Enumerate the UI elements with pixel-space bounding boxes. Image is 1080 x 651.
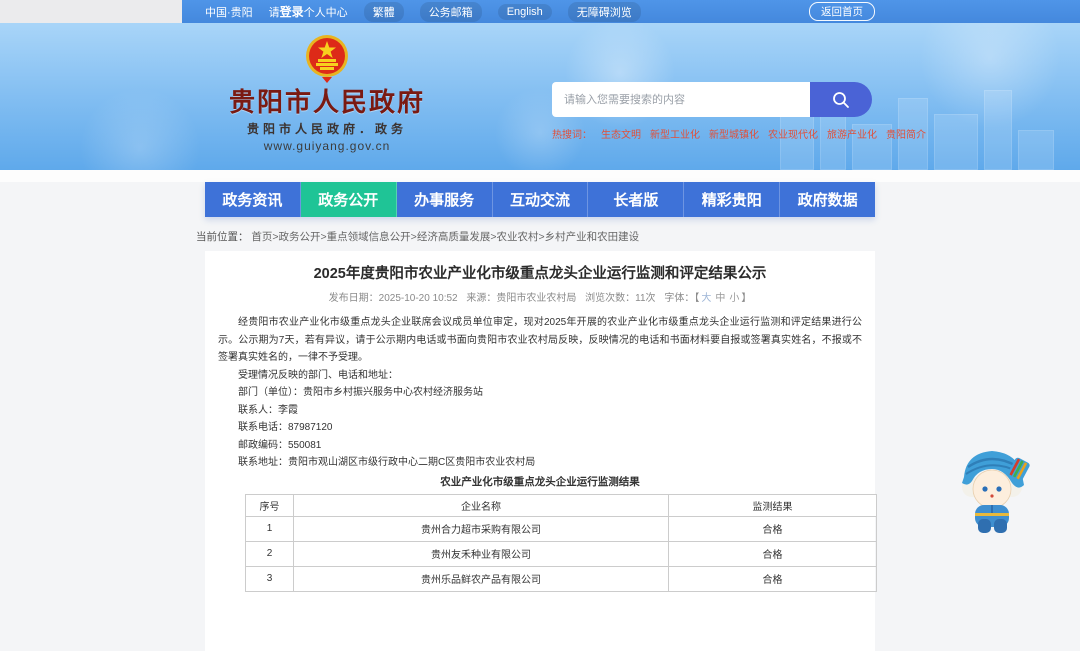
table-header-row: 序号 企业名称 监测结果 (245, 493, 877, 517)
nav-tab-senior[interactable]: 长者版 (588, 182, 685, 217)
nav-tab-services[interactable]: 办事服务 (396, 182, 493, 217)
article-card: 2025年度贵阳市农业产业化市级重点龙头企业运行监测和评定结果公示 发布日期：2… (205, 251, 877, 651)
topbar-left-strip (0, 0, 182, 23)
table-row: 2 贵州友禾种业有限公司 合格 (245, 540, 877, 567)
cell-result: 合格 (668, 565, 877, 592)
topbar-link-region[interactable]: 中国·贵阳 (205, 4, 253, 20)
topbar-link-english[interactable]: English (497, 3, 552, 20)
topbar: 中国·贵阳 请登录个人中心 繁體 公务邮箱 English 无障碍浏览 返回首页 (0, 0, 1080, 23)
hot-word-ecology[interactable]: 生态文明 (601, 126, 641, 141)
nav-tab-data[interactable]: 政府数据 (780, 182, 876, 217)
header-result: 监测结果 (668, 493, 877, 517)
topbar-link-accessibility[interactable]: 无障碍浏览 (567, 1, 641, 22)
back-home-button[interactable]: 返回首页 (809, 2, 875, 21)
search-bar (552, 82, 872, 117)
login-suffix: 个人中心 (303, 7, 348, 19)
article-body: 经贵阳市农业产业化市级重点龙头企业联席会议成员单位审定，现对2025年开展的农业… (218, 314, 862, 472)
hot-word-tourism[interactable]: 旅游产业化 (827, 126, 877, 141)
topbar-links: 中国·贵阳 请登录个人中心 繁體 公务邮箱 English 无障碍浏览 返回首页 (205, 0, 875, 23)
header-banner: 贵阳市人民政府 贵阳市人民政府．政务 www.guiyang.gov.cn 热搜… (0, 23, 1080, 170)
view-count: 浏览次数：11次 (585, 293, 656, 304)
search-icon (833, 91, 849, 108)
hot-word-agriculture[interactable]: 农业现代化 (768, 126, 818, 141)
cell-result: 合格 (668, 515, 877, 542)
cell-company: 贵州友禾种业有限公司 (293, 540, 669, 567)
topbar-link-login[interactable]: 请登录个人中心 (269, 3, 348, 20)
table-caption: 农业产业化市级重点龙头企业运行监测结果 (440, 475, 640, 488)
font-size-small[interactable]: 小 (729, 293, 739, 304)
banner-nav-gap (0, 170, 1080, 182)
breadcrumb-path[interactable]: 首页>政务公开>重点领域信息公开>经济高质量发展>农业农村>乡村产业和农田建设 (251, 231, 639, 243)
login-bold: 登录 (279, 5, 304, 19)
header-company: 企业名称 (293, 493, 669, 517)
font-size-bracket: 】 (741, 293, 752, 304)
article-source: 来源：贵阳市农业农村局 (466, 293, 577, 304)
hot-word-industry[interactable]: 新型工业化 (650, 126, 700, 141)
login-prefix: 请 (268, 7, 280, 19)
font-size-label: 字体：【 (664, 293, 700, 304)
cell-serial: 3 (245, 565, 294, 592)
site-logo[interactable]: 贵阳市人民政府 贵阳市人民政府．政务 www.guiyang.gov.cn (222, 31, 432, 153)
paragraph-postcode: 邮政编码：550081 (238, 439, 322, 451)
nav-tab-interaction[interactable]: 互动交流 (492, 182, 589, 217)
cell-company: 贵州合力超市采购有限公司 (293, 515, 669, 542)
font-size-large[interactable]: 大 (701, 293, 711, 304)
article-title: 2025年度贵阳市农业产业化市级重点龙头企业运行监测和评定结果公示 (313, 266, 767, 282)
breadcrumb: 当前位置： 首页>政务公开>重点领域信息公开>经济高质量发展>农业农村>乡村产业… (196, 229, 639, 244)
search-button[interactable] (810, 82, 872, 117)
nav-tab-highlights[interactable]: 精彩贵阳 (684, 182, 781, 217)
paragraph-contact-intro: 受理情况反映的部门、电话和地址： (238, 369, 398, 381)
site-subtitle: 贵阳市人民政府．政务 (246, 122, 407, 136)
paragraph-address: 联系地址：贵阳市观山湖区市级行政中心二期C区贵阳市农业农村局 (238, 457, 536, 468)
hot-word-intro[interactable]: 贵阳简介 (886, 126, 926, 141)
site-url: www.guiyang.gov.cn (263, 139, 391, 153)
breadcrumb-label: 当前位置： (196, 231, 249, 243)
hot-search-label: 热搜词： (552, 130, 592, 141)
cell-serial: 2 (245, 540, 294, 567)
font-size-medium[interactable]: 中 (715, 293, 725, 304)
table-row: 3 贵州乐品鲜农产品有限公司 合格 (245, 565, 877, 592)
site-title: 贵阳市人民政府 (228, 87, 425, 117)
header-serial: 序号 (245, 493, 294, 517)
cell-result: 合格 (668, 540, 877, 567)
publish-date: 发布日期：2025-10-20 10:52 (328, 293, 458, 304)
paragraph-phone: 联系电话：87987120 (238, 422, 333, 433)
topbar-link-traditional[interactable]: 繁體 (363, 1, 404, 22)
hot-word-urbanization[interactable]: 新型城镇化 (709, 126, 759, 141)
nav-tab-news[interactable]: 政务资讯 (205, 182, 301, 217)
table-row: 1 贵州合力超市采购有限公司 合格 (245, 515, 877, 542)
cell-company: 贵州乐品鲜农产品有限公司 (293, 565, 669, 592)
paragraph-announcement: 经贵阳市农业产业化市级重点龙头企业联席会议成员单位审定，现对2025年开展的农业… (218, 317, 862, 363)
nav-tab-disclosure[interactable]: 政务公开 (300, 182, 397, 217)
main-nav: 政务资讯 政务公开 办事服务 互动交流 长者版 精彩贵阳 政府数据 (205, 182, 876, 217)
national-emblem-icon (306, 35, 348, 83)
mascot-assistant-icon[interactable] (948, 441, 1040, 539)
topbar-link-mail[interactable]: 公务邮箱 (419, 1, 482, 22)
paragraph-contact-person: 联系人：李霞 (238, 404, 298, 416)
hot-search-row: 热搜词： 生态文明 新型工业化 新型城镇化 农业现代化 旅游产业化 贵阳简介 (552, 126, 926, 141)
paragraph-department: 部门（单位）：贵阳市乡村振兴服务中心农村经济服务站 (238, 387, 483, 398)
article-meta: 发布日期：2025-10-20 10:52 来源：贵阳市农业农村局 浏览次数：1… (218, 289, 862, 304)
search-input[interactable] (552, 82, 810, 117)
cell-serial: 1 (245, 515, 294, 542)
